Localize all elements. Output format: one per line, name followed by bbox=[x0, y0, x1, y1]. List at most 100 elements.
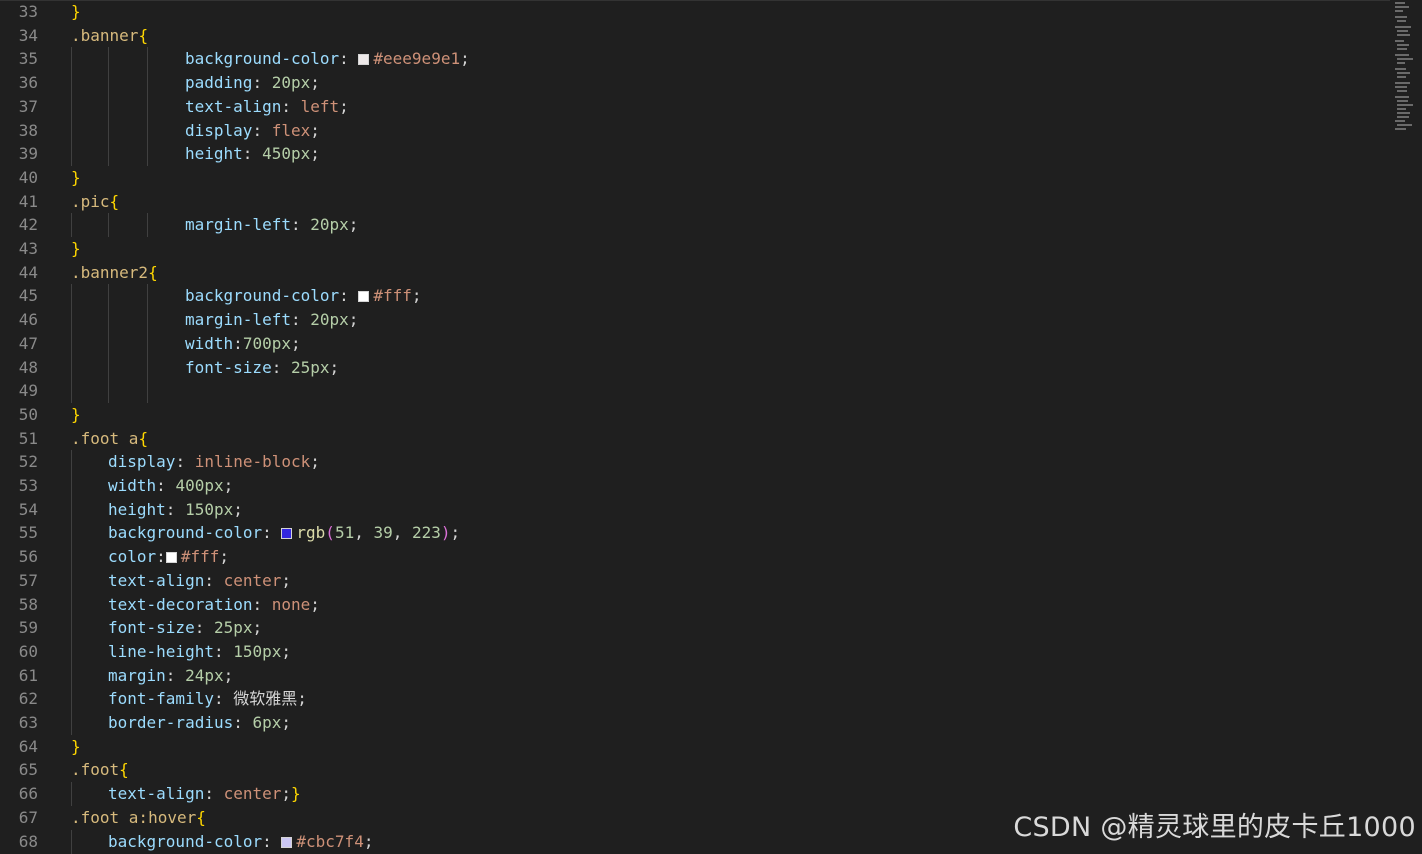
indent-guide bbox=[71, 379, 72, 404]
code-text[interactable]: margin-left: 20px; bbox=[185, 213, 358, 237]
line-number: 66 bbox=[18, 784, 38, 804]
code-token: ( bbox=[325, 523, 335, 543]
code-token: : bbox=[213, 689, 234, 709]
code-text[interactable]: color: #fff; bbox=[108, 545, 229, 569]
editor-top-border bbox=[0, 0, 1390, 1]
code-text[interactable]: line-height: 150px; bbox=[108, 640, 291, 664]
code-token: } bbox=[71, 2, 81, 21]
code-text[interactable]: .foot a{ bbox=[71, 427, 148, 451]
code-token: text-align bbox=[108, 784, 205, 804]
code-text[interactable]: background-color: #fff; bbox=[185, 284, 422, 308]
code-text[interactable]: } bbox=[71, 166, 81, 190]
code-text[interactable]: background-color: #cbc7f4; bbox=[108, 830, 373, 854]
code-text[interactable]: font-size: 25px; bbox=[185, 356, 339, 380]
code-text[interactable]: .pic{ bbox=[71, 190, 119, 214]
code-token: } bbox=[71, 167, 81, 187]
code-text[interactable]: font-size: 25px; bbox=[108, 616, 262, 640]
code-text[interactable]: } bbox=[71, 735, 81, 759]
line-number: 59 bbox=[18, 618, 38, 638]
code-text[interactable]: text-decoration: none; bbox=[108, 593, 320, 617]
color-swatch[interactable] bbox=[358, 291, 370, 303]
minimap-line bbox=[1397, 58, 1413, 60]
line-number: 50 bbox=[18, 404, 38, 424]
code-text[interactable]: display: inline-block; bbox=[108, 450, 320, 474]
code-text[interactable]: margin-left: 20px; bbox=[185, 308, 358, 332]
code-text[interactable]: } bbox=[71, 403, 81, 427]
code-text[interactable]: width:700px; bbox=[185, 332, 301, 356]
code-token: 20px bbox=[271, 73, 311, 93]
code-text[interactable]: text-align: center; bbox=[108, 569, 291, 593]
code-text[interactable]: display: flex; bbox=[185, 119, 320, 143]
code-text[interactable]: } bbox=[71, 237, 81, 261]
code-text[interactable]: } bbox=[71, 0, 81, 24]
minimap-line bbox=[1395, 68, 1406, 70]
code-text[interactable]: border-radius: 6px; bbox=[108, 711, 291, 735]
code-editor[interactable]: 33} 34 .banner{35 background-color: #eee9e9… bbox=[0, 0, 1390, 854]
minimap-line bbox=[1397, 100, 1408, 102]
code-token: flex bbox=[271, 120, 311, 140]
code-text[interactable]: height: 150px; bbox=[108, 498, 243, 522]
code-token: ; bbox=[339, 96, 349, 116]
minimap-line bbox=[1397, 76, 1406, 78]
line-number: 37 bbox=[18, 96, 38, 116]
indent-guide bbox=[71, 213, 72, 238]
code-token: 450px bbox=[262, 144, 311, 164]
code-token: display bbox=[108, 452, 176, 472]
code-token: 微软雅黑 bbox=[233, 689, 298, 709]
code-text[interactable]: font-family: 微软雅黑; bbox=[108, 687, 307, 711]
indent-guide bbox=[147, 71, 148, 96]
line-number: 61 bbox=[18, 665, 38, 685]
code-token: margin-left bbox=[185, 215, 291, 235]
code-text[interactable]: background-color: #eee9e9e1; bbox=[185, 47, 470, 71]
code-token: #eee9e9e1 bbox=[373, 49, 461, 69]
code-token: line-height bbox=[108, 641, 214, 661]
code-token: left bbox=[300, 96, 340, 116]
color-swatch[interactable] bbox=[358, 54, 370, 66]
line-number: 54 bbox=[18, 499, 38, 519]
indent-guide bbox=[108, 213, 109, 238]
indent-guide bbox=[108, 308, 109, 333]
code-text[interactable]: padding: 20px; bbox=[185, 71, 320, 95]
code-token: .foot bbox=[71, 760, 120, 780]
code-token: , bbox=[392, 523, 412, 543]
code-token: text-align bbox=[185, 96, 282, 116]
minimap-line bbox=[1397, 104, 1413, 106]
code-token: #fff bbox=[373, 286, 412, 306]
code-text[interactable]: .foot{ bbox=[71, 758, 129, 782]
code-text[interactable]: text-align: center;} bbox=[108, 782, 301, 806]
code-text[interactable]: height: 450px; bbox=[185, 142, 320, 166]
code-text[interactable]: margin: 24px; bbox=[108, 664, 233, 688]
code-token: 25px bbox=[213, 618, 253, 638]
minimap-line bbox=[1397, 112, 1410, 114]
line-number: 36 bbox=[18, 73, 38, 93]
code-text[interactable]: .banner{ bbox=[71, 24, 148, 48]
code-text[interactable]: width: 400px; bbox=[108, 474, 233, 498]
indent-guide bbox=[71, 829, 72, 854]
indent-guide bbox=[147, 308, 148, 333]
indent-guide bbox=[71, 308, 72, 333]
code-token: height bbox=[108, 499, 166, 519]
minimap[interactable] bbox=[1392, 0, 1422, 854]
indent-guide bbox=[108, 355, 109, 380]
code-token: font-size bbox=[185, 357, 272, 377]
code-token: ; bbox=[223, 665, 234, 685]
color-swatch[interactable] bbox=[281, 528, 293, 540]
code-token: , bbox=[354, 523, 374, 543]
code-text[interactable]: text-align: left; bbox=[185, 95, 349, 119]
indent-guide bbox=[71, 687, 72, 712]
minimap-line bbox=[1395, 40, 1404, 42]
code-text[interactable]: .banner2{ bbox=[71, 261, 158, 285]
color-swatch[interactable] bbox=[165, 552, 177, 564]
minimap-line bbox=[1395, 10, 1403, 12]
code-text[interactable]: background-color: rgb(51, 39, 223); bbox=[108, 521, 460, 545]
code-text[interactable]: .foot a:hover{ bbox=[71, 806, 206, 830]
code-token: } bbox=[71, 404, 81, 424]
code-token: : bbox=[204, 570, 224, 590]
line-number: 47 bbox=[18, 333, 38, 353]
line-number: 56 bbox=[18, 547, 38, 567]
code-token: : bbox=[252, 120, 272, 140]
code-token: : bbox=[290, 215, 311, 235]
minimap-line bbox=[1395, 26, 1411, 28]
color-swatch[interactable] bbox=[281, 836, 293, 848]
indent-guide bbox=[71, 568, 72, 593]
